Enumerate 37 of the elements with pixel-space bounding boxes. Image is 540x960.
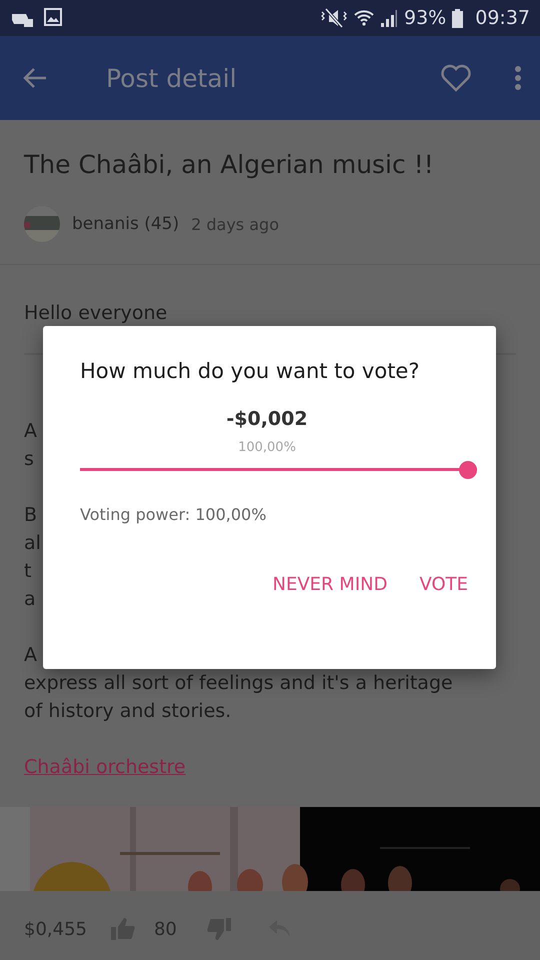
thumbs-up-icon — [110, 918, 135, 940]
vote-button[interactable]: VOTE — [419, 570, 468, 599]
dialog-title: How much do you want to vote? — [80, 358, 420, 385]
back-arrow-icon — [22, 66, 48, 90]
paragraph-line: A — [24, 643, 37, 668]
clock: 09:37 — [475, 7, 530, 29]
thumbs-down-icon — [206, 918, 231, 940]
author-name: benanis (45) — [72, 214, 180, 234]
menu-button[interactable] — [514, 65, 522, 91]
paragraph-line: B — [24, 503, 38, 528]
more-icon — [514, 65, 522, 91]
favorite-button[interactable] — [440, 64, 472, 92]
payout-amount: $0,455 — [24, 918, 87, 940]
paragraph: Hello everyone — [24, 301, 168, 326]
voting-power: Voting power: 100,00% — [80, 505, 268, 524]
mute-icon — [320, 7, 348, 29]
paragraph-line: express all sort of feelings and it's a heritage — [24, 671, 453, 696]
battery-icon — [452, 8, 464, 28]
battery-level: 93% — [404, 7, 446, 29]
vote-count: 80 — [154, 918, 177, 940]
vote-amount: -$0,002 — [226, 408, 308, 430]
paragraph-line: of history and stories. — [24, 699, 232, 724]
vote-slider[interactable] — [80, 461, 477, 479]
paragraph-line: a — [24, 587, 36, 612]
back-button[interactable] — [22, 66, 48, 90]
signal-icon — [380, 8, 398, 28]
vote-percent: 100,00% — [238, 440, 296, 455]
screen-title: Post detail — [106, 64, 238, 92]
heart-icon — [440, 64, 472, 92]
post-title: The Chaâbi, an Algerian music !! — [24, 149, 435, 181]
paragraph-line: al — [24, 531, 41, 556]
paragraph-line: A — [24, 419, 37, 444]
slider-thumb[interactable] — [459, 461, 477, 479]
paragraph-line: s — [24, 447, 34, 472]
image-icon — [44, 8, 62, 26]
cancel-button[interactable]: NEVER MIND — [272, 570, 388, 599]
paragraph-line: t — [24, 559, 32, 584]
